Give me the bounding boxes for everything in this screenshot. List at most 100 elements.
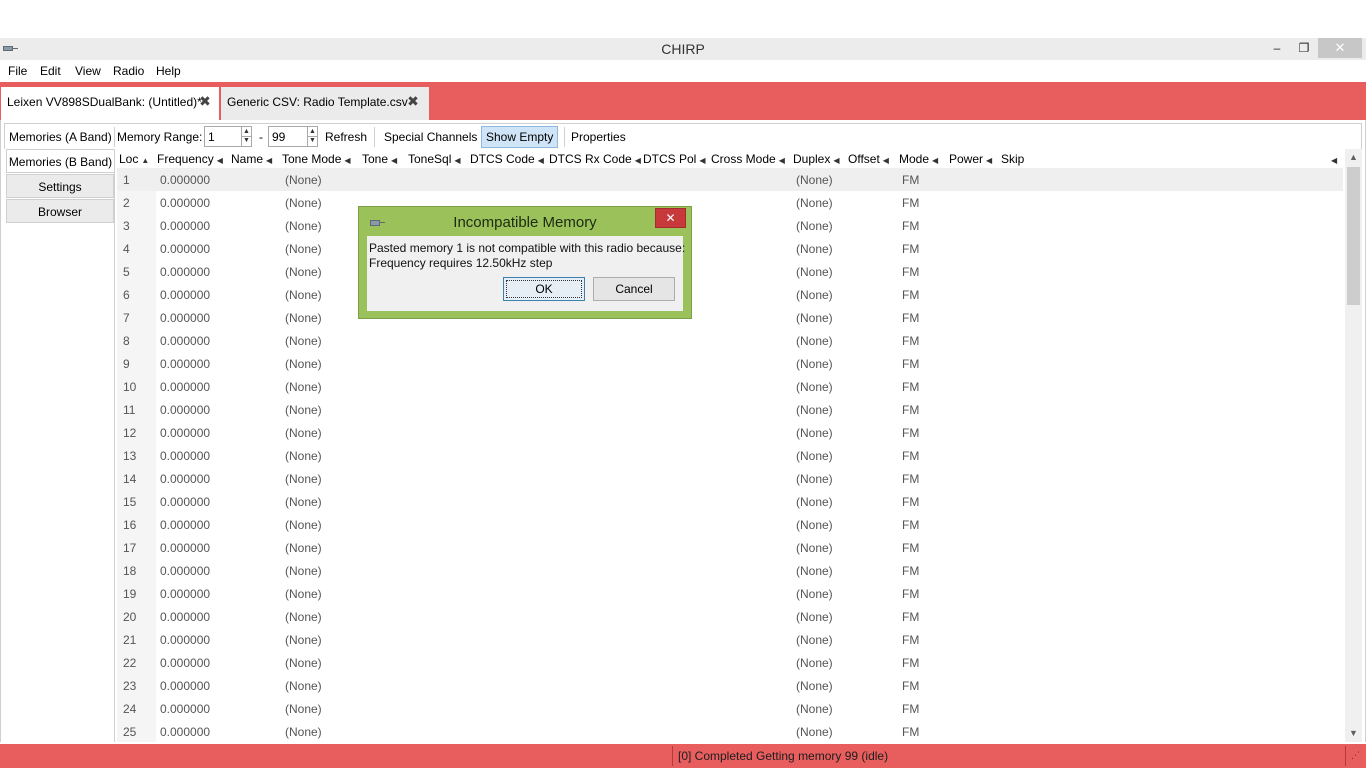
cell-tone-mode[interactable]: (None) bbox=[285, 725, 322, 739]
cell-tone-mode[interactable]: (None) bbox=[285, 219, 322, 233]
cell-mode[interactable]: FM bbox=[902, 656, 919, 670]
menu-file[interactable]: File bbox=[8, 64, 27, 78]
cell-frequency[interactable]: 0.000000 bbox=[160, 403, 210, 417]
col-header-tone[interactable]: Tone ◀ bbox=[362, 152, 397, 166]
scroll-up-icon[interactable]: ▲ bbox=[1345, 149, 1362, 166]
cell-loc[interactable]: 10 bbox=[123, 380, 136, 394]
minimize-button[interactable]: – bbox=[1264, 38, 1290, 58]
cell-loc[interactable]: 24 bbox=[123, 702, 136, 716]
cell-duplex[interactable]: (None) bbox=[796, 242, 833, 256]
refresh-button[interactable]: Refresh bbox=[321, 126, 371, 148]
cell-frequency[interactable]: 0.000000 bbox=[160, 173, 210, 187]
cell-mode[interactable]: FM bbox=[902, 472, 919, 486]
cell-duplex[interactable]: (None) bbox=[796, 472, 833, 486]
cell-duplex[interactable]: (None) bbox=[796, 173, 833, 187]
col-header-loc[interactable]: Loc ▲ bbox=[119, 152, 149, 166]
table-row[interactable]: 24 0.000000 (None) (None) FM bbox=[117, 697, 1343, 720]
cell-duplex[interactable]: (None) bbox=[796, 633, 833, 647]
cell-loc[interactable]: 11 bbox=[123, 403, 135, 417]
cell-tone-mode[interactable]: (None) bbox=[285, 449, 322, 463]
cell-loc[interactable]: 18 bbox=[123, 564, 136, 578]
col-header-dtcs-rx-code[interactable]: DTCS Rx Code ◀ bbox=[549, 152, 641, 166]
dialog-close-button[interactable]: ✕ bbox=[655, 208, 686, 228]
cell-mode[interactable]: FM bbox=[902, 173, 919, 187]
tab-generic-csv[interactable]: Generic CSV: Radio Template.csv ✖ bbox=[221, 87, 429, 120]
cell-frequency[interactable]: 0.000000 bbox=[160, 656, 210, 670]
table-row[interactable]: 8 0.000000 (None) (None) FM bbox=[117, 329, 1343, 352]
table-row[interactable]: 21 0.000000 (None) (None) FM bbox=[117, 628, 1343, 651]
cell-tone-mode[interactable]: (None) bbox=[285, 541, 322, 555]
cell-tone-mode[interactable]: (None) bbox=[285, 587, 322, 601]
cell-frequency[interactable]: 0.000000 bbox=[160, 426, 210, 440]
range-end-spinner[interactable]: 99 ▲ ▼ bbox=[268, 126, 318, 147]
tab-leixen[interactable]: Leixen VV898SDualBank: (Untitled)* ✖ bbox=[1, 87, 219, 120]
cell-loc[interactable]: 2 bbox=[123, 196, 130, 210]
cell-mode[interactable]: FM bbox=[902, 541, 919, 555]
cell-duplex[interactable]: (None) bbox=[796, 357, 833, 371]
table-row[interactable]: 5 0.000000 (None) (None) FM bbox=[117, 260, 1343, 283]
table-row[interactable]: 1 0.000000 (None) (None) FM bbox=[117, 168, 1343, 191]
cell-mode[interactable]: FM bbox=[902, 196, 919, 210]
cell-tone-mode[interactable]: (None) bbox=[285, 242, 322, 256]
cell-tone-mode[interactable]: (None) bbox=[285, 196, 322, 210]
cell-tone-mode[interactable]: (None) bbox=[285, 311, 322, 325]
cell-tone-mode[interactable]: (None) bbox=[285, 495, 322, 509]
col-header-mode[interactable]: Mode ◀ bbox=[899, 152, 938, 166]
table-row[interactable]: 25 0.000000 (None) (None) FM bbox=[117, 720, 1343, 742]
cancel-button[interactable]: Cancel bbox=[593, 277, 675, 301]
cell-loc[interactable]: 6 bbox=[123, 288, 130, 302]
cell-duplex[interactable]: (None) bbox=[796, 288, 833, 302]
cell-mode[interactable]: FM bbox=[902, 311, 919, 325]
cell-tone-mode[interactable]: (None) bbox=[285, 357, 322, 371]
close-tab-icon[interactable]: ✖ bbox=[405, 93, 421, 109]
cell-loc[interactable]: 1 bbox=[123, 173, 130, 187]
cell-duplex[interactable]: (None) bbox=[796, 679, 833, 693]
cell-tone-mode[interactable]: (None) bbox=[285, 265, 322, 279]
cell-loc[interactable]: 4 bbox=[123, 242, 130, 256]
side-tab-browser[interactable]: Browser bbox=[6, 199, 114, 223]
cell-duplex[interactable]: (None) bbox=[796, 541, 833, 555]
cell-loc[interactable]: 3 bbox=[123, 219, 130, 233]
table-row[interactable]: 3 0.000000 (None) (None) FM bbox=[117, 214, 1343, 237]
cell-mode[interactable]: FM bbox=[902, 219, 919, 233]
cell-frequency[interactable]: 0.000000 bbox=[160, 472, 210, 486]
table-row[interactable]: 20 0.000000 (None) (None) FM bbox=[117, 605, 1343, 628]
cell-tone-mode[interactable]: (None) bbox=[285, 380, 322, 394]
cell-mode[interactable]: FM bbox=[902, 380, 919, 394]
col-header-dtcs-code[interactable]: DTCS Code ◀ bbox=[470, 152, 544, 166]
cell-duplex[interactable]: (None) bbox=[796, 380, 833, 394]
close-tab-icon[interactable]: ✖ bbox=[197, 93, 213, 109]
cell-frequency[interactable]: 0.000000 bbox=[160, 564, 210, 578]
cell-mode[interactable]: FM bbox=[902, 725, 919, 739]
ok-button[interactable]: OK bbox=[503, 277, 585, 301]
table-row[interactable]: 4 0.000000 (None) (None) FM bbox=[117, 237, 1343, 260]
table-row[interactable]: 19 0.000000 (None) (None) FM bbox=[117, 582, 1343, 605]
cell-mode[interactable]: FM bbox=[902, 403, 919, 417]
properties-button[interactable]: Properties bbox=[567, 126, 630, 148]
cell-mode[interactable]: FM bbox=[902, 426, 919, 440]
cell-frequency[interactable]: 0.000000 bbox=[160, 288, 210, 302]
side-tab-settings[interactable]: Settings bbox=[6, 174, 114, 198]
cell-duplex[interactable]: (None) bbox=[796, 219, 833, 233]
menu-radio[interactable]: Radio bbox=[113, 64, 144, 78]
cell-loc[interactable]: 15 bbox=[123, 495, 136, 509]
cell-frequency[interactable]: 0.000000 bbox=[160, 495, 210, 509]
cell-frequency[interactable]: 0.000000 bbox=[160, 541, 210, 555]
table-row[interactable]: 23 0.000000 (None) (None) FM bbox=[117, 674, 1343, 697]
table-row[interactable]: 14 0.000000 (None) (None) FM bbox=[117, 467, 1343, 490]
col-header-cross-mode[interactable]: Cross Mode ◀ bbox=[711, 152, 785, 166]
cell-loc[interactable]: 12 bbox=[123, 426, 136, 440]
resize-grip-icon[interactable]: ⋰ bbox=[1351, 750, 1363, 762]
cell-tone-mode[interactable]: (None) bbox=[285, 702, 322, 716]
cell-duplex[interactable]: (None) bbox=[796, 702, 833, 716]
col-header-tonesql[interactable]: ToneSql ◀ bbox=[408, 152, 461, 166]
cell-duplex[interactable]: (None) bbox=[796, 518, 833, 532]
scrollbar-thumb[interactable] bbox=[1347, 167, 1360, 305]
cell-duplex[interactable]: (None) bbox=[796, 265, 833, 279]
range-start-spinner[interactable]: 1 ▲ ▼ bbox=[204, 126, 252, 147]
close-window-button[interactable]: ✕ bbox=[1318, 38, 1362, 58]
cell-frequency[interactable]: 0.000000 bbox=[160, 196, 210, 210]
cell-loc[interactable]: 19 bbox=[123, 587, 136, 601]
cell-loc[interactable]: 20 bbox=[123, 610, 136, 624]
cell-frequency[interactable]: 0.000000 bbox=[160, 679, 210, 693]
